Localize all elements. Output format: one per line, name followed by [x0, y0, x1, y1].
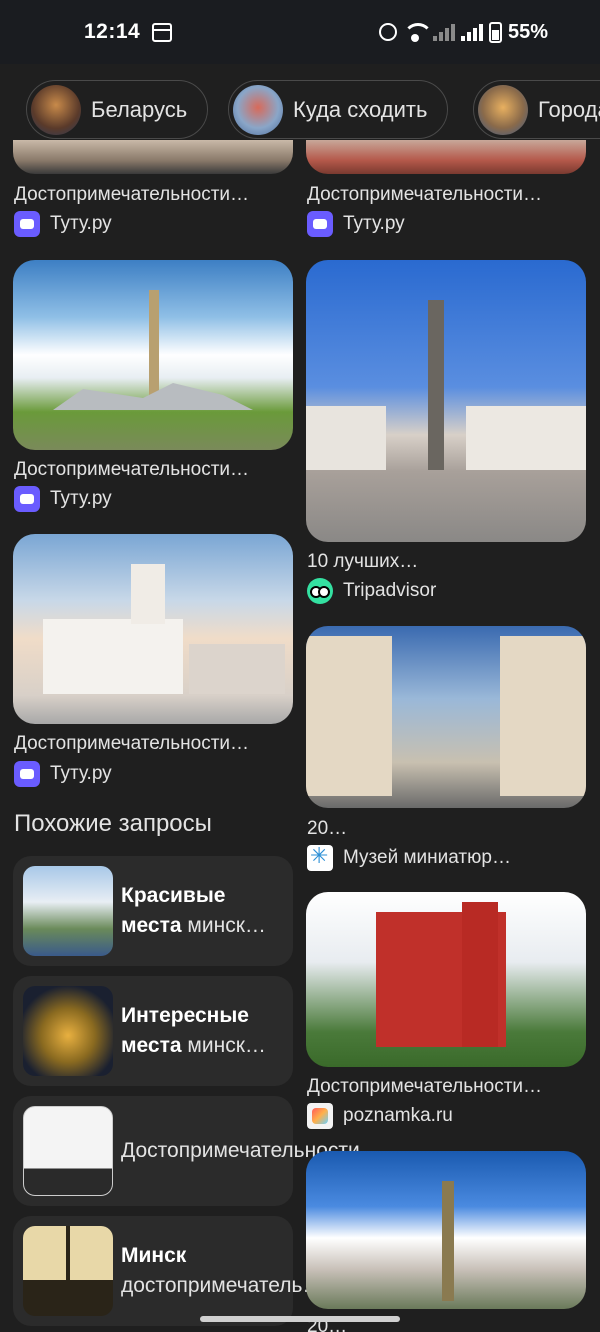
related-label: Интересные места минск…	[121, 1004, 266, 1057]
signal-icon-sim1	[460, 23, 483, 41]
source-name: Tripadvisor	[343, 580, 437, 601]
related-thumbnail	[23, 866, 113, 956]
result-source[interactable]: Туту.ру	[307, 211, 405, 237]
result-caption[interactable]: 20…	[307, 818, 585, 840]
wifi-icon	[402, 23, 433, 42]
battery-icon	[488, 21, 502, 43]
chip-thumbnail	[31, 84, 81, 135]
signal-icon-sim2	[432, 23, 455, 41]
chip-label: Куда сходить	[293, 96, 428, 122]
result-source[interactable]: Tripadvisor	[307, 578, 436, 604]
chip-belarus[interactable]: Беларусь	[26, 80, 209, 139]
tower-shape	[500, 636, 586, 796]
town-hall-shape	[43, 619, 183, 694]
alarm-icon	[378, 23, 397, 41]
chip-thumbnail	[478, 84, 528, 135]
source-name: Туту.ру	[50, 488, 112, 509]
chip-label: Беларусь	[91, 96, 188, 122]
result-image[interactable]	[306, 260, 586, 542]
tower-shape	[131, 564, 165, 624]
result-source[interactable]: Туту.ру	[14, 486, 112, 512]
building-shape	[466, 406, 586, 470]
related-thumbnail	[23, 986, 113, 1076]
source-name: Туту.ру	[50, 213, 112, 234]
result-image[interactable]	[306, 1151, 586, 1309]
obelisk-shape	[428, 300, 444, 470]
result-caption[interactable]: Достопримечательности…	[307, 1076, 585, 1098]
result-image[interactable]	[306, 892, 586, 1067]
related-item[interactable]: Красивые места минск…	[13, 856, 293, 966]
chip-label: Города	[538, 96, 600, 122]
church-shape	[189, 644, 285, 694]
result-source[interactable]: Туту.ру	[14, 761, 112, 787]
related-item[interactable]: Достопримечательности…	[13, 1096, 381, 1206]
calendar-icon	[152, 22, 173, 42]
source-name: poznamka.ru	[343, 1105, 453, 1126]
result-source[interactable]: Туту.ру	[14, 211, 112, 237]
related-label: Достопримечательности…	[121, 1139, 381, 1162]
related-label: Красивые места минск…	[121, 884, 266, 937]
source-name: Музей миниатюр…	[343, 847, 511, 868]
obelisk-shape	[442, 1181, 454, 1301]
related-thumbnail	[23, 1226, 113, 1316]
poznamka-icon	[307, 1103, 333, 1129]
result-caption[interactable]: Достопримечательности…	[14, 184, 292, 206]
result-image[interactable]	[13, 140, 293, 174]
church-tower-shape	[462, 902, 498, 1047]
battery-percent: 55%	[507, 20, 548, 43]
result-caption[interactable]: Достопримечательности…	[14, 459, 292, 481]
chip-cities[interactable]: Города	[473, 80, 600, 139]
tower-shape	[306, 636, 392, 796]
result-source[interactable]: Музей миниатюр…	[307, 843, 511, 871]
related-item[interactable]: Интересные места минск…	[13, 976, 293, 1086]
source-name: Туту.ру	[343, 213, 405, 234]
status-time: 12:14	[84, 20, 141, 43]
source-name: Туту.ру	[50, 763, 112, 784]
result-image[interactable]	[306, 140, 586, 174]
tutu-icon	[14, 486, 40, 512]
tripadvisor-icon	[307, 578, 333, 604]
related-item[interactable]: Минск достопримечатель…	[13, 1216, 324, 1326]
related-label: Минск достопримечатель…	[121, 1244, 324, 1297]
result-caption[interactable]: Достопримечательности…	[14, 733, 292, 755]
result-source[interactable]: poznamka.ru	[307, 1103, 453, 1129]
home-gesture-bar[interactable]	[200, 1316, 400, 1322]
tutu-icon	[14, 211, 40, 237]
result-image[interactable]	[306, 626, 586, 808]
museum-icon	[307, 843, 333, 871]
chip-thumbnail	[233, 84, 283, 135]
tutu-icon	[14, 761, 40, 787]
building-shape	[306, 406, 386, 470]
status-bar: 12:14 55%	[0, 0, 600, 64]
tutu-icon	[307, 211, 333, 237]
related-thumbnail	[23, 1106, 113, 1196]
result-image[interactable]	[13, 534, 293, 724]
result-caption[interactable]: Достопримечательности…	[307, 184, 585, 206]
chip-where-to-go[interactable]: Куда сходить	[228, 80, 449, 139]
related-searches-title: Похожие запросы	[14, 810, 212, 837]
result-caption[interactable]: 10 лучших…	[307, 551, 585, 573]
result-image[interactable]	[13, 260, 293, 450]
obelisk-shape	[149, 290, 159, 400]
